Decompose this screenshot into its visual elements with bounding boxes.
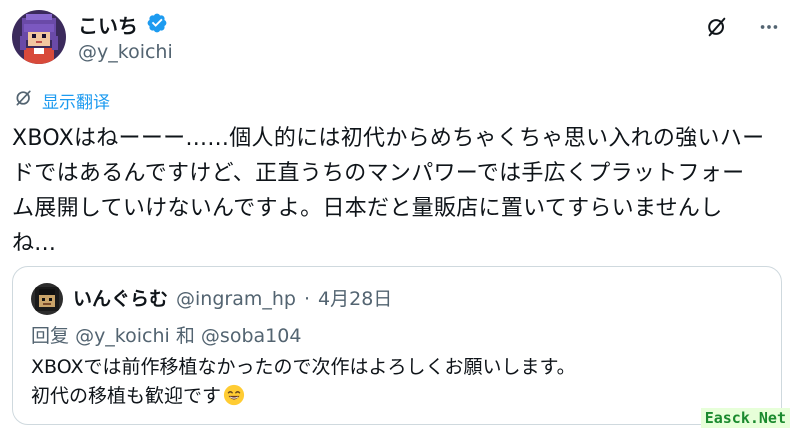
tweet-actions-top <box>704 14 782 40</box>
show-translation-link[interactable]: 显示翻译 <box>14 88 110 113</box>
reply-mention-1[interactable]: @y_koichi <box>75 325 170 347</box>
reply-prefix: 回复 <box>31 325 70 347</box>
quote-author-avatar[interactable] <box>31 283 63 315</box>
author-avatar[interactable] <box>12 10 66 64</box>
grok-icon[interactable] <box>704 14 730 40</box>
quote-text-line-1: XBOXでは前作移植なかったので次作はよろしくお願いします。 <box>31 356 576 378</box>
quote-date[interactable]: 4月28日 <box>318 286 392 312</box>
quote-avatar-image <box>31 283 63 315</box>
translate-icon <box>14 88 34 113</box>
grinning-emoji-icon <box>223 384 245 406</box>
author-avatar-image <box>12 10 66 64</box>
quote-separator: · <box>303 288 311 310</box>
quote-author-name[interactable]: いんぐらむ <box>73 286 168 312</box>
author-handle[interactable]: @y_koichi <box>78 40 173 64</box>
quote-text: XBOXでは前作移植なかったので次作はよろしくお願いします。 初代の移植も歓迎で… <box>31 353 576 411</box>
tweet-text: XBOXはねーーー......個人的には初代からめちゃくちゃ思い入れの強いハー … <box>12 126 765 256</box>
watermark: Easck.Net <box>700 408 790 428</box>
quote-reply-context: 回复 @y_koichi 和 @soba104 <box>31 323 301 349</box>
show-translation-label[interactable]: 显示翻译 <box>42 88 110 113</box>
verified-badge-icon <box>146 12 168 39</box>
author-name[interactable]: こいち <box>78 14 138 38</box>
quoted-tweet[interactable]: いんぐらむ @ingram_hp · 4月28日 回复 @y_koichi 和 … <box>12 266 782 425</box>
quote-author-handle[interactable]: @ingram_hp <box>176 286 296 312</box>
quote-text-line-2: 初代の移植も歓迎です <box>31 385 222 407</box>
author-name-row[interactable]: こいち <box>78 12 168 39</box>
reply-and: 和 <box>175 325 195 347</box>
reply-mention-2[interactable]: @soba104 <box>201 325 302 347</box>
more-icon[interactable] <box>756 14 782 40</box>
quote-header: いんぐらむ @ingram_hp · 4月28日 <box>73 286 392 312</box>
